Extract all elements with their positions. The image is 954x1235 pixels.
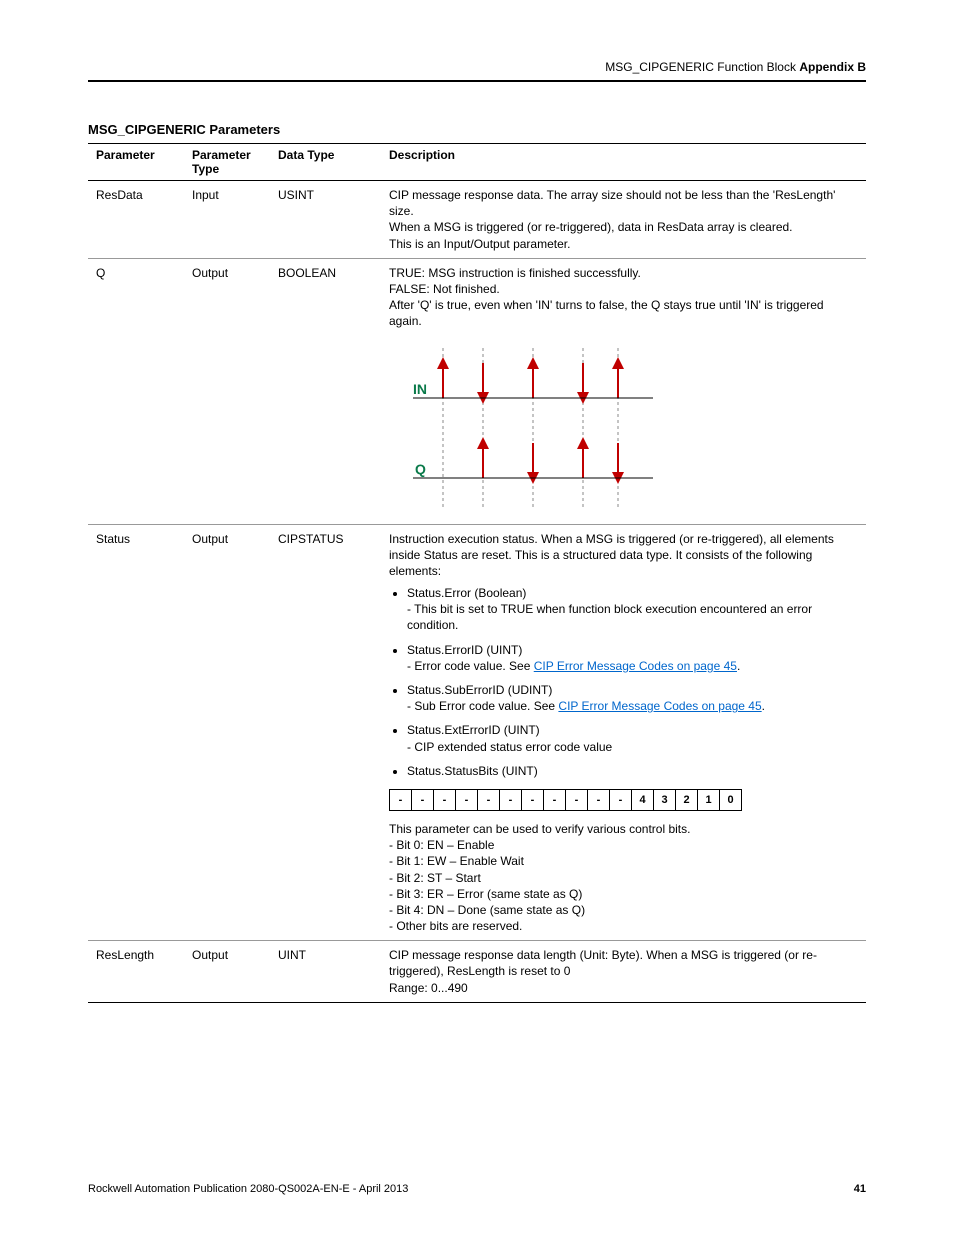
bit-diagram: - - - - - - - - - - - 4 3 2 1 [389, 789, 858, 811]
item-title: Status.SubErrorID (UDINT) [407, 683, 552, 697]
desc-line: When a MSG is triggered (or re-triggered… [389, 219, 858, 235]
bit-cell: - [609, 789, 632, 811]
cell-ptype: Output [184, 941, 270, 1003]
cell-ptype: Output [184, 258, 270, 524]
desc-line: - Bit 2: ST – Start [389, 870, 858, 886]
cell-param: Status [88, 524, 184, 941]
desc-line: - Bit 3: ER – Error (same state as Q) [389, 886, 858, 902]
timing-svg: IN Q [403, 348, 663, 508]
list-item: Status.Error (Boolean) - This bit is set… [407, 585, 858, 634]
page: MSG_CIPGENERIC Function Block Appendix B… [0, 0, 954, 1235]
table-row: ResData Input USINT CIP message response… [88, 181, 866, 259]
table-row: Q Output BOOLEAN TRUE: MSG instruction i… [88, 258, 866, 524]
item-sub: - Error code value. See CIP Error Messag… [407, 659, 740, 673]
header-right: Appendix B [799, 60, 866, 74]
cell-dtype: USINT [270, 181, 381, 259]
col-description: Description [381, 144, 866, 181]
item-title: Status.ExtErrorID (UINT) [407, 723, 540, 737]
col-parameter: Parameter [88, 144, 184, 181]
bit-cell: - [587, 789, 610, 811]
cell-desc: CIP message response data. The array siz… [381, 181, 866, 259]
bit-cell: 0 [719, 789, 742, 811]
cell-dtype: CIPSTATUS [270, 524, 381, 941]
bit-cell: - [477, 789, 500, 811]
bit-cell: - [433, 789, 456, 811]
desc-intro: Instruction execution status. When a MSG… [389, 531, 858, 580]
list-item: Status.StatusBits (UINT) [407, 763, 858, 779]
bit-cell: - [565, 789, 588, 811]
running-header: MSG_CIPGENERIC Function Block Appendix B [88, 60, 866, 80]
list-item: Status.ErrorID (UINT) - Error code value… [407, 642, 858, 674]
item-title: Status.StatusBits (UINT) [407, 764, 538, 778]
bit-cell: - [455, 789, 478, 811]
cell-ptype: Input [184, 181, 270, 259]
cell-param: ResData [88, 181, 184, 259]
timing-diagram: IN Q [403, 348, 858, 508]
text: - Error code value. See [407, 659, 534, 673]
bit-cell: - [521, 789, 544, 811]
header-rule: MSG_CIPGENERIC Function Block Appendix B [88, 60, 866, 82]
bit-cell: 3 [653, 789, 676, 811]
bit-cell: 2 [675, 789, 698, 811]
desc-line: FALSE: Not finished. [389, 281, 858, 297]
item-sub: - Sub Error code value. See CIP Error Me… [407, 699, 765, 713]
item-sub: - CIP extended status error code value [407, 740, 612, 754]
cell-dtype: UINT [270, 941, 381, 1003]
desc-line: - Other bits are reserved. [389, 918, 858, 934]
text: . [737, 659, 740, 673]
table-header-row: Parameter Parameter Type Data Type Descr… [88, 144, 866, 181]
table-row: Status Output CIPSTATUS Instruction exec… [88, 524, 866, 941]
bit-cell: 1 [697, 789, 720, 811]
text: . [762, 699, 765, 713]
desc-line: - Bit 1: EW – Enable Wait [389, 853, 858, 869]
desc-line: - Bit 0: EN – Enable [389, 837, 858, 853]
page-footer: Rockwell Automation Publication 2080-QS0… [88, 1183, 866, 1195]
bit-cell: - [499, 789, 522, 811]
text: - Sub Error code value. See [407, 699, 558, 713]
cell-dtype: BOOLEAN [270, 258, 381, 524]
section-title: MSG_CIPGENERIC Parameters [88, 122, 866, 137]
item-title: Status.ErrorID (UINT) [407, 643, 522, 657]
desc-line: This parameter can be used to verify var… [389, 821, 858, 837]
params-table: Parameter Parameter Type Data Type Descr… [88, 143, 866, 1003]
footer-publication: Rockwell Automation Publication 2080-QS0… [88, 1183, 408, 1195]
error-codes-link[interactable]: CIP Error Message Codes on page 45 [534, 659, 737, 673]
cell-desc: TRUE: MSG instruction is finished succes… [381, 258, 866, 524]
bit-cell: - [389, 789, 412, 811]
cell-ptype: Output [184, 524, 270, 941]
list-item: Status.SubErrorID (UDINT) - Sub Error co… [407, 682, 858, 714]
bit-cell: - [411, 789, 434, 811]
error-codes-link[interactable]: CIP Error Message Codes on page 45 [558, 699, 761, 713]
desc-line: - Bit 4: DN – Done (same state as Q) [389, 902, 858, 918]
cell-param: Q [88, 258, 184, 524]
header-left: MSG_CIPGENERIC Function Block [605, 60, 796, 74]
desc-line: After 'Q' is true, even when 'IN' turns … [389, 297, 858, 329]
footer-page-number: 41 [854, 1183, 866, 1195]
desc-line: Range: 0...490 [389, 980, 858, 996]
status-list: Status.Error (Boolean) - This bit is set… [389, 585, 858, 779]
table-row: ResLength Output UINT CIP message respon… [88, 941, 866, 1003]
item-sub: - This bit is set to TRUE when function … [407, 602, 812, 632]
cell-desc: Instruction execution status. When a MSG… [381, 524, 866, 941]
bit-cell: 4 [631, 789, 654, 811]
col-data-type: Data Type [270, 144, 381, 181]
diagram-label-q: Q [415, 461, 426, 477]
cell-desc: CIP message response data length (Unit: … [381, 941, 866, 1003]
cell-param: ResLength [88, 941, 184, 1003]
desc-line: CIP message response data. The array siz… [389, 187, 858, 219]
list-item: Status.ExtErrorID (UINT) - CIP extended … [407, 722, 858, 754]
col-parameter-type: Parameter Type [184, 144, 270, 181]
bit-cell: - [543, 789, 566, 811]
desc-line: This is an Input/Output parameter. [389, 236, 858, 252]
item-title: Status.Error (Boolean) [407, 586, 526, 600]
desc-line: CIP message response data length (Unit: … [389, 947, 858, 979]
desc-line: TRUE: MSG instruction is finished succes… [389, 265, 858, 281]
diagram-label-in: IN [413, 381, 427, 397]
